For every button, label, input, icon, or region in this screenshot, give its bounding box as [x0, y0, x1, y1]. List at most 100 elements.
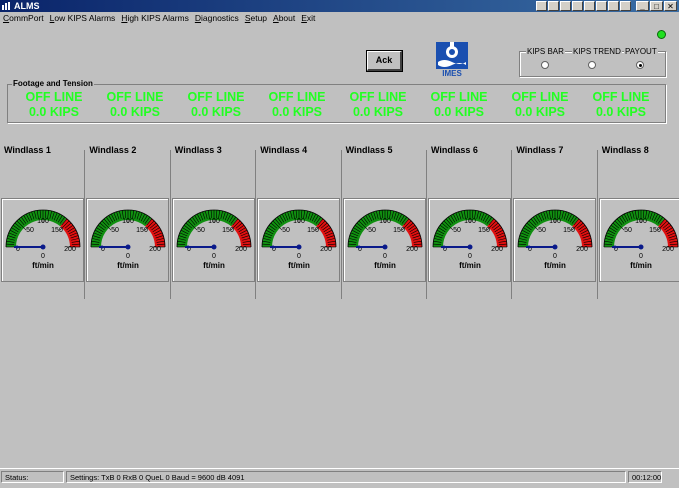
menu-exit[interactable]: Exit	[301, 12, 315, 25]
gauge-tick-label: 200	[577, 246, 589, 253]
gauge-tick-label: 50	[282, 227, 290, 234]
menu-diagnostics[interactable]: Diagnostics	[195, 12, 239, 25]
windlass-title: Windlass 2	[88, 145, 138, 155]
tray-icon[interactable]	[560, 1, 571, 11]
gauge-tick-label: 200	[491, 246, 503, 253]
gauge-unit: ft/min	[118, 261, 140, 270]
speed-gauge-dial: 0501001502000ft/min	[432, 209, 508, 270]
windlass-title: Windlass 1	[3, 145, 52, 155]
kips-value: 0.0 KIPS	[595, 105, 647, 119]
mode-kips-bar-radio[interactable]	[541, 61, 549, 69]
gauge-tick-label: 100	[464, 218, 476, 225]
gauge-tick-label: 200	[235, 246, 247, 253]
menu-bar: CommPort Low KIPS Alarms High KIPS Alarm…	[0, 12, 679, 25]
gauge-value: 0	[297, 253, 301, 260]
mode-kips-trend-radio[interactable]	[588, 61, 596, 69]
speed-gauge: 0 50 100 150 200 0 ft/min	[342, 198, 426, 282]
offline-status: OFF LINE	[25, 90, 83, 104]
windlass-panel-6: Windlass 6 0 50 100 150 200 0 ft/min	[427, 145, 513, 299]
menu-high-kips-alarms[interactable]: High KIPS Alarms	[121, 12, 189, 25]
gauge-unit: ft/min	[32, 261, 54, 270]
speed-gauge-dial: 0501001502000ft/min	[603, 209, 679, 270]
footage-cell-5: OFF LINE 0.0 KIPS	[339, 90, 417, 120]
windlass-panel-5: Windlass 5 0 50 100 150 200 0 ft/min	[342, 145, 427, 299]
windlass-title: Windlass 8	[600, 145, 650, 155]
tray-icon[interactable]	[536, 1, 547, 11]
windlass-panel-1: Windlass 1 0 50 100 150 200 0 ft/min	[0, 145, 86, 299]
tray-icon[interactable]	[548, 1, 559, 11]
menu-low-kips-alarms[interactable]: Low KIPS Alarms	[50, 12, 116, 25]
gauge-tick-label: 200	[406, 246, 418, 253]
speed-gauge-dial: 0501001502000ft/min	[517, 209, 593, 270]
gauge-tick-label: 150	[393, 227, 405, 234]
gauge-unit: ft/min	[203, 261, 225, 270]
speed-gauge: 0 50 100 150 200 0 ft/min	[513, 198, 597, 282]
menu-commport[interactable]: CommPort	[3, 12, 44, 25]
speed-gauge-dial: 0501001502000ft/min	[90, 209, 166, 270]
maximize-icon[interactable]: □	[650, 1, 663, 11]
gauge-unit: ft/min	[288, 261, 310, 270]
offline-status: OFF LINE	[349, 90, 407, 104]
gauge-value: 0	[383, 253, 387, 260]
kips-value: 0.0 KIPS	[109, 105, 161, 119]
windlass-title: Windlass 4	[259, 145, 309, 155]
gauge-tick-label: 150	[222, 227, 234, 234]
gauge-tick-label: 100	[550, 218, 562, 225]
system-tray	[536, 0, 631, 12]
mode-kips-bar-label: KIPS BAR	[526, 47, 565, 56]
close-icon[interactable]: ✕	[664, 1, 677, 11]
windlass-panel-4: Windlass 4 0 50 100 150 200 0 ft/min	[256, 145, 342, 299]
offline-status: OFF LINE	[187, 90, 245, 104]
title-bar: ALMS _ □ ✕	[0, 0, 679, 12]
gauge-tick-label: 50	[197, 227, 205, 234]
display-mode-group: KIPS BAR KIPS TREND PAYOUT	[519, 47, 666, 77]
clock: 00:12:00	[628, 471, 662, 483]
speed-gauge-dial: 0501001502000ft/min	[5, 209, 81, 270]
windlass-title: Windlass 3	[173, 145, 223, 155]
minimize-icon[interactable]: _	[636, 1, 649, 11]
gauge-tick-label: 100	[379, 218, 391, 225]
speed-gauge-dial: 0501001502000ft/min	[347, 209, 422, 270]
gauge-tick-label: 100	[635, 218, 647, 225]
mode-payout-radio[interactable]	[636, 61, 644, 69]
windlass-panel-2: Windlass 2 0 50 100 150 200 0 ft/min	[85, 145, 171, 299]
gauge-tick-label: 50	[453, 227, 461, 234]
speed-gauge: 0 50 100 150 200 0 ft/min	[257, 198, 341, 282]
footage-cell-1: OFF LINE 0.0 KIPS	[15, 90, 93, 120]
windlass-title: Windlass 5	[344, 145, 394, 155]
gauge-tick-label: 50	[368, 227, 376, 234]
window-title: ALMS	[14, 1, 40, 11]
tray-icon[interactable]	[596, 1, 607, 11]
gauge-value: 0	[639, 253, 643, 260]
gauge-tick-label: 200	[662, 246, 674, 253]
ack-button[interactable]: Ack	[366, 50, 403, 72]
tray-icon[interactable]	[608, 1, 619, 11]
tray-icon[interactable]	[584, 1, 595, 11]
tray-icon[interactable]	[572, 1, 583, 11]
footage-cell-4: OFF LINE 0.0 KIPS	[258, 90, 336, 120]
gauge-value: 0	[468, 253, 472, 260]
gauge-value: 0	[126, 253, 130, 260]
footage-cell-6: OFF LINE 0.0 KIPS	[420, 90, 498, 120]
tray-icon[interactable]	[620, 1, 631, 11]
menu-setup[interactable]: Setup	[245, 12, 267, 25]
mode-payout-label: PAYOUT	[624, 47, 658, 56]
offline-status: OFF LINE	[430, 90, 488, 104]
gauge-tick-label: 50	[26, 227, 34, 234]
speed-gauge-dial: 0501001502000ft/min	[261, 209, 337, 270]
kips-value: 0.0 KIPS	[28, 105, 80, 119]
footage-tension-title: Footage and Tension	[12, 79, 94, 88]
offline-status: OFF LINE	[592, 90, 650, 104]
gauge-unit: ft/min	[545, 261, 567, 270]
windlass-panel-8: Windlass 8 0 50 100 150 200 0 ft/min	[598, 145, 679, 299]
speed-gauge-dial: 0501001502000ft/min	[176, 209, 252, 270]
connection-status-led	[657, 30, 666, 39]
mode-kips-trend-label: KIPS TREND	[572, 47, 622, 56]
menu-about[interactable]: About	[273, 12, 295, 25]
footage-cell-8: OFF LINE 0.0 KIPS	[582, 90, 660, 120]
speed-gauge: 0 50 100 150 200 0 ft/min	[86, 198, 170, 282]
gauge-tick-label: 50	[538, 227, 546, 234]
gauge-tick-label: 100	[208, 218, 220, 225]
speed-gauge: 0 50 100 150 200 0 ft/min	[428, 198, 511, 282]
status-bar: Status: Settings: TxB 0 RxB 0 QueL 0 Bau…	[0, 468, 679, 484]
